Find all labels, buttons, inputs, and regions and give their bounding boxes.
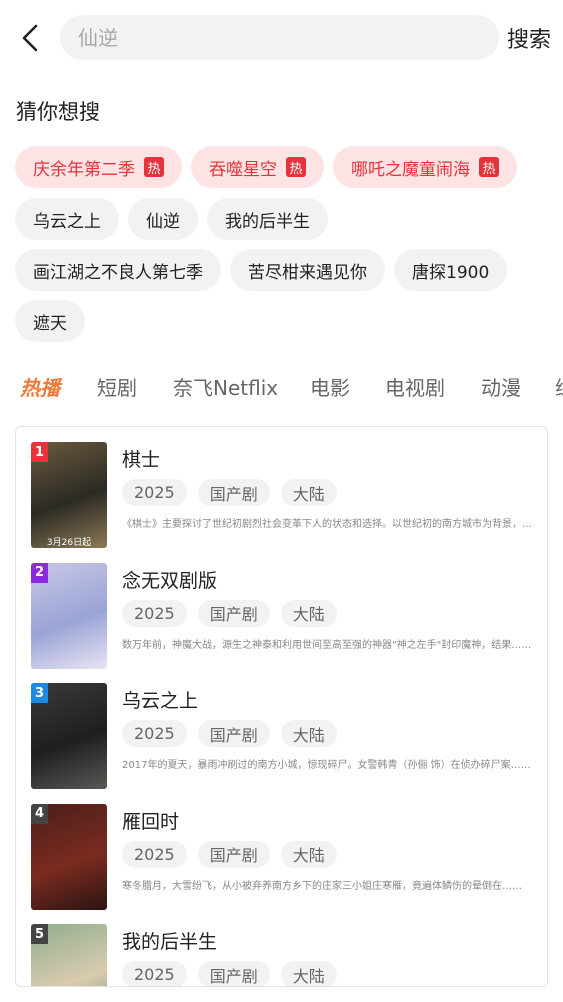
item-description: 寒冬腊月，大雪纷飞，从小被弃养南方乡下的庄家三小姐庄寒雁，竟遍体鳞伤的晕倒在…… [122, 880, 522, 892]
rank-badge: 2 [31, 562, 48, 583]
category-tabs: 热播 短剧 奈飞Netflix 电影 电视剧 动漫 综 [0, 372, 563, 412]
category-tab[interactable]: 热播 [20, 372, 60, 401]
hot-badge: 热 [144, 157, 164, 177]
item-title[interactable]: 念无双剧版 [122, 566, 217, 593]
item-tag-type: 国产剧 [197, 479, 270, 506]
category-tab[interactable]: 奈飞Netflix [173, 372, 278, 401]
rank-badge: 1 [31, 442, 48, 462]
poster-image[interactable]: 2 [31, 562, 107, 669]
list-item[interactable]: 1 3月26日起 棋士 2025 国产剧 大陆《棋士》主要探讨了世纪初剧烈社会变革下人的状… [16, 427, 547, 548]
rank-badge: 3 [31, 683, 48, 703]
item-tag-year: 2025 [122, 961, 187, 986]
rank-badge: 4 [31, 803, 48, 824]
poster-image[interactable]: 1 3月26日起 [31, 442, 107, 548]
item-tag-region: 大陆 [280, 961, 337, 986]
tag-row: 乌云之上 仙逆 我的后半生 [15, 198, 328, 240]
tag-label: 吞噬星空 [209, 159, 277, 180]
item-tag-region: 大陆 [280, 840, 337, 868]
list-item[interactable]: 4 雁回时 2025 国产剧 大陆寒冬腊月，大雪纷飞，从小被弃养南方乡下的庄家三小姐庄寒… [16, 789, 547, 910]
item-tag-type: 国产剧 [197, 961, 270, 986]
list-item[interactable]: 5 我的后半生 2025 国产剧 大陆 [16, 909, 547, 986]
top-bar: 搜索 [0, 0, 563, 76]
item-tag-type: 国产剧 [197, 599, 270, 627]
item-tag-region: 大陆 [280, 479, 337, 506]
item-title[interactable]: 我的后半生 [122, 927, 217, 954]
tag-label: 我的后半生 [225, 211, 310, 232]
poster-image[interactable]: 3 [31, 683, 107, 789]
item-tags: 2025 国产剧 大陆 [122, 720, 337, 747]
hot-badge: 热 [479, 157, 499, 177]
search-suggestion-tag[interactable]: 吞噬星空热 [191, 146, 324, 188]
category-tab[interactable]: 综 [555, 372, 563, 401]
hot-badge: 热 [286, 157, 306, 177]
item-tag-type: 国产剧 [197, 720, 270, 747]
item-tags: 2025 国产剧 大陆 [122, 479, 337, 506]
poster-image[interactable]: 5 [31, 924, 107, 986]
search-suggestion-tag[interactable]: 哪吒之魔童闹海热 [333, 146, 517, 188]
chevron-left-icon [22, 24, 38, 52]
tag-label: 乌云之上 [33, 211, 101, 232]
search-suggestion-tag[interactable]: 乌云之上 [15, 198, 119, 240]
search-suggestion-tag[interactable]: 画江湖之不良人第七季 [15, 249, 221, 291]
tag-label: 庆余年第二季 [33, 159, 135, 180]
category-tab[interactable]: 动漫 [481, 372, 521, 401]
item-tag-year: 2025 [122, 840, 187, 868]
category-tab[interactable]: 电影 [310, 372, 350, 401]
item-tag-year: 2025 [122, 720, 187, 747]
list-item[interactable]: 2 念无双剧版 2025 国产剧 大陆数万年前，神魔大战，源生之神泰和利用世间至高至强的… [16, 548, 547, 669]
category-tab[interactable]: 电视剧 [385, 372, 445, 401]
search-suggestion-tag[interactable]: 唐探1900 [394, 249, 508, 291]
item-tag-region: 大陆 [280, 599, 337, 627]
tag-label: 仙逆 [146, 211, 180, 232]
search-button[interactable]: 搜索 [507, 22, 551, 54]
search-suggestion-tag[interactable]: 仙逆 [128, 198, 198, 240]
tag-label: 哪吒之魔童闹海 [351, 159, 470, 180]
tag-label: 唐探1900 [412, 262, 490, 283]
item-description: 《棋士》主要探讨了世纪初剧烈社会变革下人的状态和选择。以世纪初的南方城市为背景，… [122, 519, 532, 530]
list-item[interactable]: 3 乌云之上 2025 国产剧 大陆 2017年的夏天，暴雨冲刷过的南方小城，惊现碎尸。女… [16, 668, 547, 789]
guess-section-title: 猜你想搜 [16, 100, 100, 124]
item-tags: 2025 国产剧 大陆 [122, 961, 337, 986]
ranking-list: 1 3月26日起 棋士 2025 国产剧 大陆 《棋士》主要探讨了世纪初剧烈社会变革下人的状… [15, 426, 548, 987]
item-title[interactable]: 乌云之上 [122, 686, 198, 713]
search-suggestion-tag[interactable]: 苦尽柑来遇见你 [230, 249, 385, 291]
item-tag-type: 国产剧 [197, 840, 270, 868]
item-tags: 2025 国产剧 大陆 [122, 599, 337, 627]
tag-label: 画江湖之不良人第七季 [33, 262, 203, 283]
search-suggestion-tag[interactable]: 遮天 [15, 300, 85, 342]
tag-label: 遮天 [33, 313, 67, 334]
item-title[interactable]: 棋士 [122, 445, 160, 472]
item-tag-year: 2025 [122, 479, 187, 506]
tag-row: 庆余年第二季热吞噬星空热哪吒之魔童闹海热 [15, 146, 517, 188]
item-tags: 2025 国产剧 大陆 [122, 840, 337, 868]
item-description: 数万年前，神魔大战，源生之神泰和利用世间至高至强的神器"神之左手"封印魔神，结果… [122, 639, 532, 651]
poster-caption: 3月26日起 [46, 538, 92, 548]
category-tab[interactable]: 短剧 [97, 372, 137, 401]
poster-image[interactable]: 4 [31, 803, 107, 910]
back-button[interactable] [14, 20, 46, 56]
tag-row: 遮天 [15, 300, 85, 342]
item-tag-year: 2025 [122, 599, 187, 627]
tag-label: 苦尽柑来遇见你 [248, 262, 367, 283]
rank-badge: 5 [31, 924, 48, 944]
item-title[interactable]: 雁回时 [122, 807, 179, 834]
tag-row: 画江湖之不良人第七季 苦尽柑来遇见你 唐探1900 [15, 249, 508, 291]
search-suggestion-tag[interactable]: 庆余年第二季热 [15, 146, 182, 188]
search-box[interactable] [60, 15, 499, 60]
search-input[interactable] [60, 15, 499, 60]
search-suggestion-tag[interactable]: 我的后半生 [207, 198, 328, 240]
item-description: 2017年的夏天，暴雨冲刷过的南方小城，惊现碎尸。女警韩青（孙俪 饰）在侦办碎尸… [122, 760, 531, 771]
item-tag-region: 大陆 [280, 720, 337, 747]
